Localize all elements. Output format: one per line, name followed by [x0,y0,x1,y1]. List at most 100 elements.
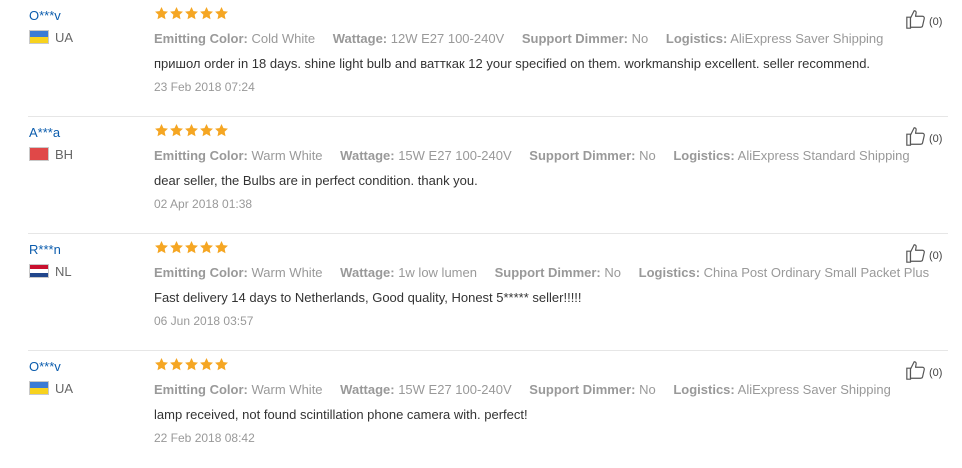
product-attributes: Emitting Color: Warm White Wattage: 15W … [154,382,905,397]
star-icon [170,6,183,20]
review-text: пришол order in 18 days. shine light bul… [154,56,871,71]
product-attributes: Emitting Color: Warm White Wattage: 1w l… [154,265,943,280]
star-icon [215,357,228,371]
thumbs-up-icon [905,125,927,152]
star-icon [200,123,213,137]
star-icon [170,240,183,254]
like-count: (0) [929,132,943,145]
like-count: (0) [929,15,943,28]
helpful-button[interactable]: (0) [905,125,942,152]
wattage-label: Wattage: [340,382,395,397]
wattage-value: 15W E27 100-240V [398,382,512,397]
star-icon [185,6,198,20]
review-text: Fast delivery 14 days to Netherlands, Go… [154,290,582,305]
review-date: 06 Jun 2018 03:57 [154,314,254,328]
logistics-label: Logistics: [673,382,735,397]
logistics-value: AliExpress Standard Shipping [737,148,910,163]
country-code: UA [55,29,74,45]
helpful-button[interactable]: (0) [905,242,942,269]
review-text: lamp received, not found scintillation p… [154,407,528,422]
star-icon [155,357,168,371]
reviewer-name[interactable]: R***n [29,242,61,257]
star-icon [170,357,183,371]
reviewer-name[interactable]: O***v [29,359,61,374]
emitting-color-value: Cold White [251,31,316,46]
nl-flag-icon [29,264,49,278]
reviewer-name[interactable]: A***a [29,125,60,140]
review-item: O***v UA Emitting Color: Cold White Watt… [0,0,948,117]
logistics-label: Logistics: [673,148,735,163]
thumbs-up-icon [905,8,927,35]
support-dimmer-value: No [604,265,622,280]
star-icon [155,6,168,20]
star-icon [215,123,228,137]
emitting-color-label: Emitting Color: [154,148,248,163]
star-icon [155,240,168,254]
wattage-label: Wattage: [340,265,395,280]
ua-flag-icon [29,30,49,44]
wattage-value: 12W E27 100-240V [390,31,505,46]
product-attributes: Emitting Color: Cold White Wattage: 12W … [154,31,897,46]
bh-flag-icon [29,147,49,161]
wattage-label: Wattage: [340,148,395,163]
star-icon [185,357,198,371]
emitting-color-value: Warm White [251,148,323,163]
support-dimmer-label: Support Dimmer: [521,31,629,46]
review-date: 22 Feb 2018 08:42 [154,431,255,445]
emitting-color-label: Emitting Color: [154,31,248,46]
star-icon [200,6,213,20]
reviewer-country: UA [29,380,73,396]
support-dimmer-value: No [639,148,656,163]
review-text: dear seller, the Bulbs are in perfect co… [154,173,478,188]
logistics-value: AliExpress Saver Shipping [737,382,891,397]
star-icon [155,123,168,137]
emitting-color-value: Warm White [251,265,323,280]
review-date: 23 Feb 2018 07:24 [154,80,255,94]
star-icon [185,123,198,137]
review-item: R***n NL Emitting Color: Warm White Watt… [0,234,948,351]
star-rating [154,240,229,258]
reviewer-country: BH [29,146,73,162]
reviewer-country: NL [29,263,72,279]
emitting-color-value: Warm White [251,382,323,397]
star-icon [200,240,213,254]
emitting-color-label: Emitting Color: [154,265,248,280]
wattage-label: Wattage: [332,31,388,46]
review-item: A***a BH Emitting Color: Warm White Watt… [0,117,948,234]
logistics-label: Logistics: [665,31,728,46]
helpful-button[interactable]: (0) [905,359,942,386]
wattage-value: 1w low lumen [398,265,477,280]
reviewer-name[interactable]: O***v [29,8,61,23]
star-rating [154,6,229,24]
review-date: 02 Apr 2018 01:38 [154,197,253,211]
helpful-button[interactable]: (0) [905,8,942,35]
star-icon [200,357,213,371]
country-code: NL [55,263,72,279]
thumbs-up-icon [905,242,927,269]
like-count: (0) [929,366,943,379]
support-dimmer-label: Support Dimmer: [529,148,636,163]
thumbs-up-icon [905,359,927,386]
ua-flag-icon [29,381,49,395]
country-code: BH [55,146,74,162]
country-code: UA [55,380,74,396]
logistics-label: Logistics: [638,265,701,280]
star-icon [170,123,183,137]
support-dimmer-label: Support Dimmer: [494,265,601,280]
star-icon [215,240,228,254]
star-icon [215,6,228,20]
logistics-value: China Post Ordinary Small Packet Plus [703,265,930,280]
product-attributes: Emitting Color: Warm White Wattage: 15W … [154,148,924,163]
like-count: (0) [929,249,943,262]
support-dimmer-label: Support Dimmer: [529,382,636,397]
reviewer-country: UA [29,29,73,45]
emitting-color-label: Emitting Color: [154,382,248,397]
support-dimmer-value: No [631,31,649,46]
wattage-value: 15W E27 100-240V [398,148,512,163]
review-item: O***v UA Emitting Color: Warm White Watt… [0,351,948,468]
star-rating [154,357,229,375]
star-icon [185,240,198,254]
logistics-value: AliExpress Saver Shipping [730,31,884,46]
support-dimmer-value: No [639,382,656,397]
star-rating [154,123,229,141]
